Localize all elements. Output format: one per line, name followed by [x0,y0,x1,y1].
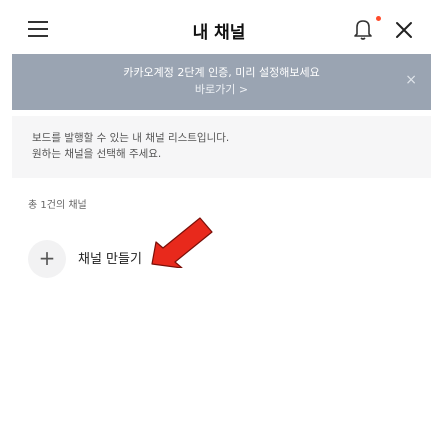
banner-message: 카카오계정 2단계 인증, 미리 설정해보세요 [123,66,320,79]
info-text: 보드를 발행할 수 있는 내 채널 리스트입니다. 원하는 채널을 선택해 주세… [32,130,229,162]
banner-link[interactable]: 바로가기 > [12,82,431,98]
plus-icon: + [28,240,66,278]
banner-close-icon[interactable]: × [405,72,417,88]
security-banner: 카카오계정 2단계 인증, 미리 설정해보세요 바로가기 > × [12,54,431,110]
channel-count: 총 1건의 채널 [28,200,87,211]
notification-dot [376,16,381,21]
close-icon[interactable] [394,20,414,40]
info-box: 보드를 발행할 수 있는 내 채널 리스트입니다. 원하는 채널을 선택해 주세… [12,116,431,178]
pointer-arrow-icon [151,217,213,268]
info-line-1: 보드를 발행할 수 있는 내 채널 리스트입니다. [32,132,230,144]
bell-icon[interactable] [352,17,374,41]
top-bar: 내 채널 [0,0,438,54]
create-channel-label: 채널 만들기 [78,252,142,267]
info-line-2: 원하는 채널을 선택해 주세요. [32,148,162,160]
